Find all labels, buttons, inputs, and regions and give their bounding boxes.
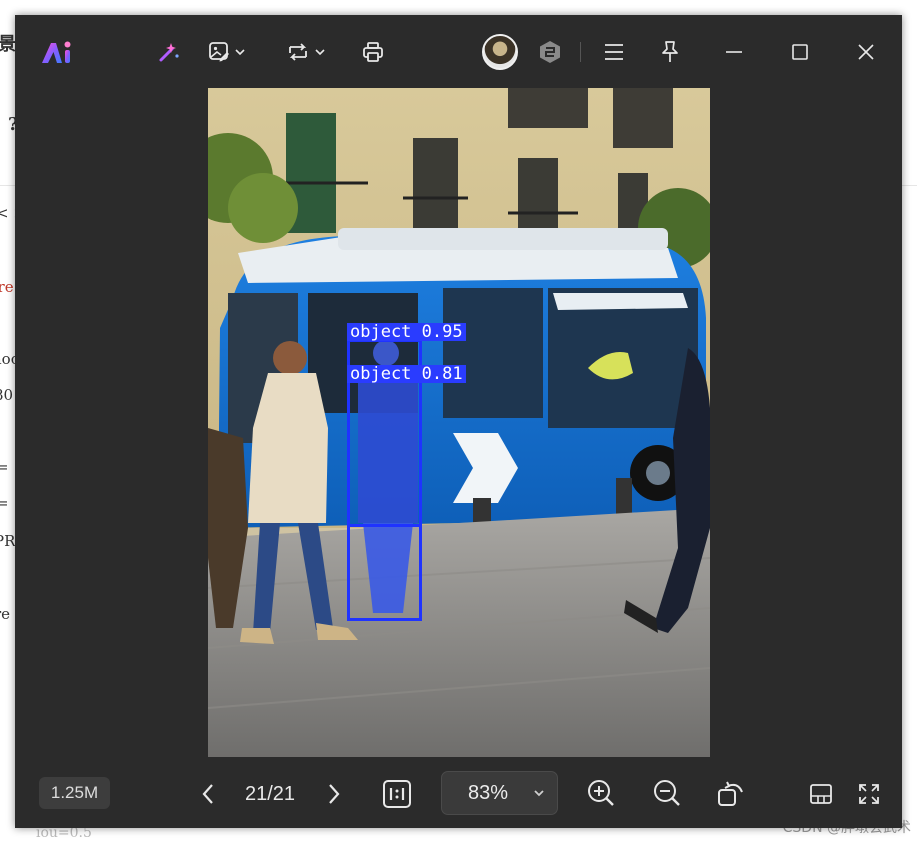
print-icon[interactable] <box>359 39 387 65</box>
image-viewer-window: object 0.95 object 0.81 1.25M 21/21 83% <box>15 15 902 828</box>
chevron-down-icon <box>534 790 544 797</box>
background-divider <box>901 185 917 186</box>
zoom-in-icon <box>588 780 614 806</box>
thumbnail-strip-button[interactable] <box>807 780 835 808</box>
background-text-fragment: 80 <box>0 386 14 404</box>
background-text-fragment: 景 <box>0 34 16 55</box>
menu-icon[interactable] <box>601 39 627 65</box>
detection-label: object 0.81 <box>347 365 466 383</box>
edit-image-icon[interactable] <box>205 39 251 65</box>
background-text-fragment: re <box>0 605 11 623</box>
street-photo <box>208 88 710 757</box>
crop-rotate-icon[interactable] <box>285 39 331 65</box>
detection-label: object 0.95 <box>347 323 466 341</box>
minimize-icon[interactable] <box>721 39 747 65</box>
zoom-out-button[interactable] <box>651 776 683 810</box>
rotate-button[interactable] <box>715 776 747 810</box>
file-size-badge: 1.25M <box>39 777 110 809</box>
zoom-out-icon <box>654 780 680 806</box>
membership-badge-icon[interactable] <box>539 40 561 64</box>
close-icon[interactable] <box>853 39 879 65</box>
zoom-level-value: 83% <box>468 781 509 804</box>
user-avatar[interactable] <box>482 34 518 70</box>
background-divider <box>0 185 15 186</box>
rotate-icon <box>718 781 743 806</box>
background-text-fragment: = <box>0 458 9 476</box>
fullscreen-button[interactable] <box>855 780 883 808</box>
maximize-icon[interactable] <box>787 39 813 65</box>
chevron-right-icon <box>329 784 340 804</box>
ai-magic-icon[interactable] <box>155 39 183 65</box>
app-logo-icon <box>42 41 71 63</box>
zoom-level-select[interactable]: 83% <box>441 771 558 815</box>
thumbnail-strip-icon <box>810 784 832 804</box>
detection-box <box>347 380 422 527</box>
chevron-left-icon <box>202 784 213 804</box>
page-counter: 21/21 <box>244 782 296 805</box>
toolbar-divider <box>580 42 581 62</box>
actual-size-icon <box>383 780 411 808</box>
zoom-in-button[interactable] <box>585 776 617 810</box>
displayed-image[interactable]: object 0.95 object 0.81 <box>208 88 710 757</box>
previous-image-button[interactable] <box>195 779 221 809</box>
fullscreen-icon <box>859 784 879 804</box>
next-image-button[interactable] <box>321 779 347 809</box>
pin-icon[interactable] <box>657 39 683 65</box>
background-text-fragment: fre <box>0 278 14 296</box>
actual-size-button[interactable] <box>381 778 413 810</box>
